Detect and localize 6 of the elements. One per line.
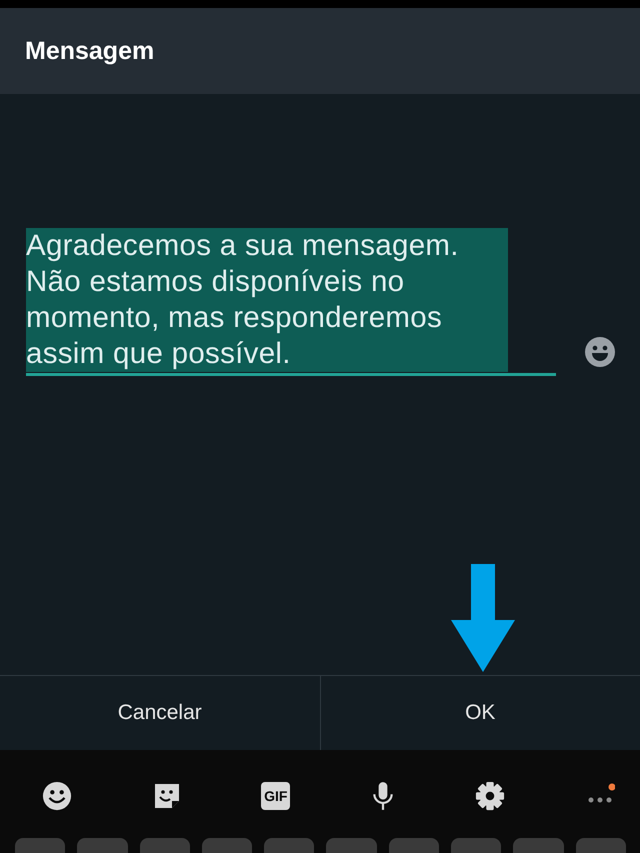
smiley-icon[interactable]: [584, 336, 616, 368]
arrow-icon: [451, 564, 515, 672]
gif-button[interactable]: GIF: [261, 782, 290, 810]
smiley-icon[interactable]: [42, 781, 72, 811]
settings-icon[interactable]: [475, 781, 506, 811]
dialog-title: Mensagem: [25, 36, 154, 66]
